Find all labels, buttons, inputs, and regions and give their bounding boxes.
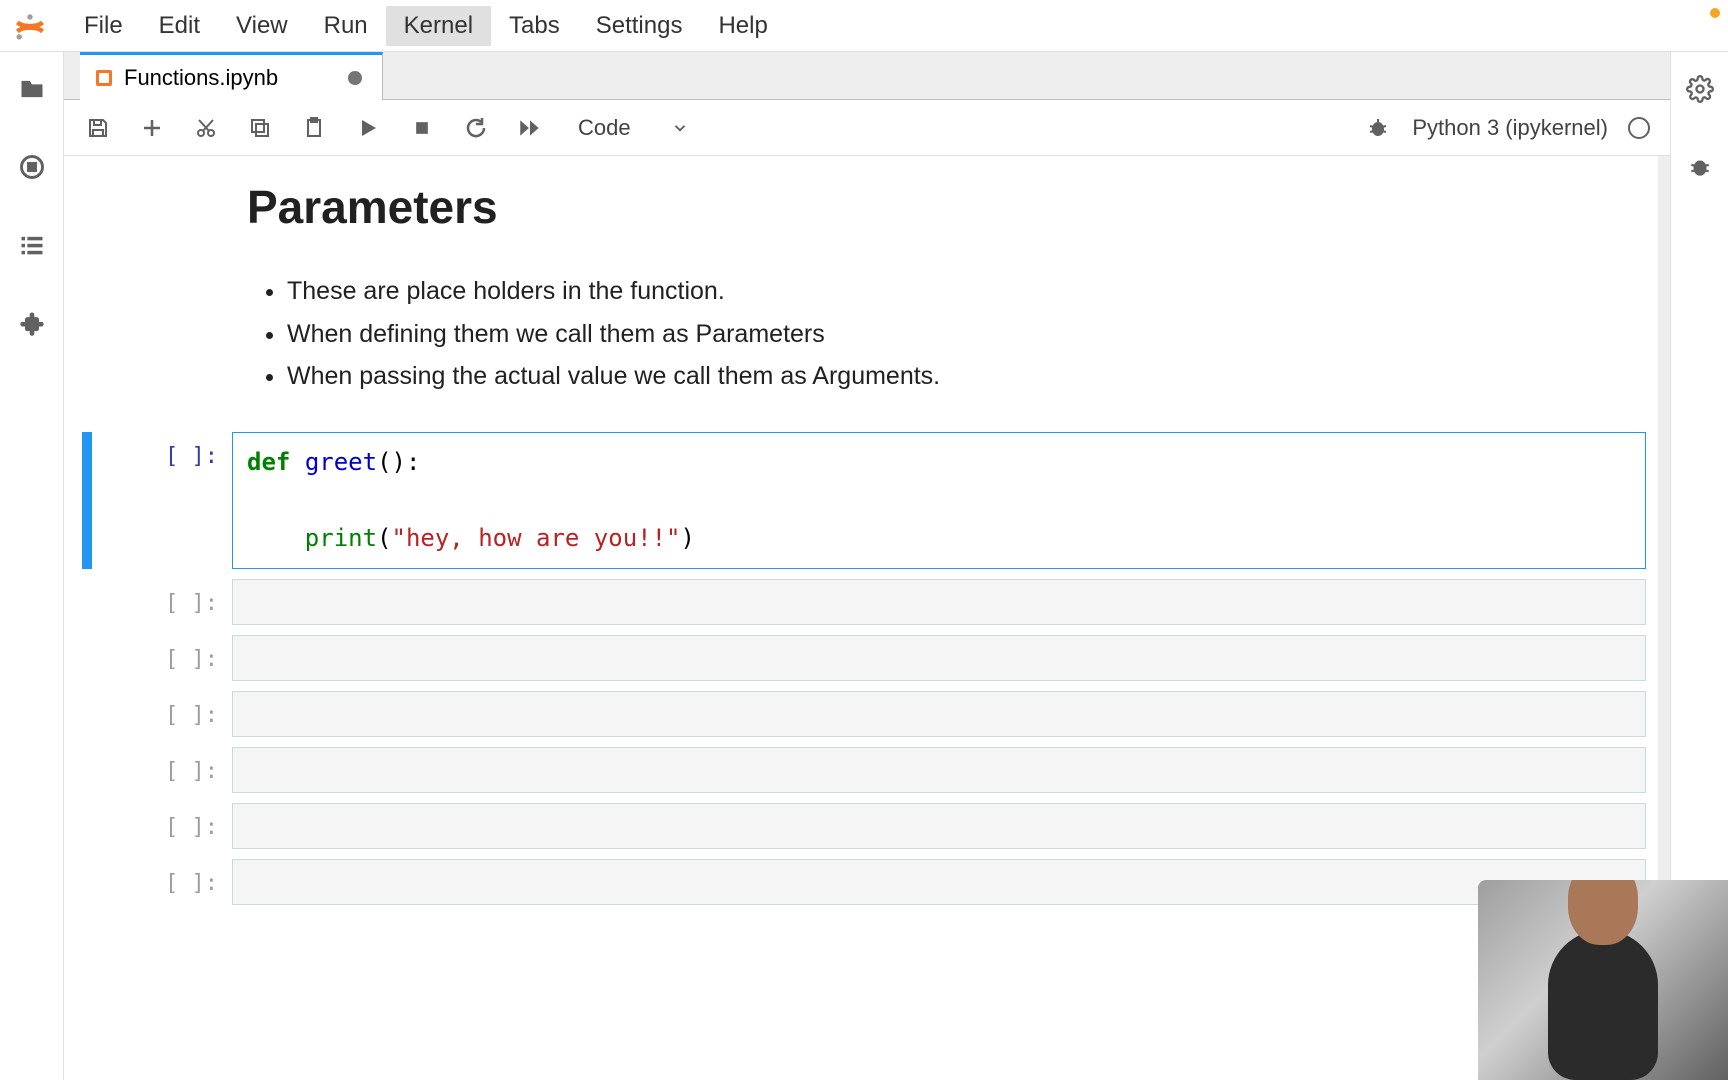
markdown-bullet: These are place holders in the function.: [287, 270, 1646, 313]
paste-button[interactable]: [300, 114, 328, 142]
tab-notebook[interactable]: Functions.ipynb: [80, 52, 383, 100]
main-layout: Functions.ipynb: [0, 52, 1728, 1080]
cell-prompt: [ ]:: [92, 747, 232, 793]
save-button[interactable]: [84, 114, 112, 142]
running-icon[interactable]: [17, 152, 47, 182]
debugger-icon[interactable]: [1685, 152, 1715, 182]
cell-prompt: [ ]:: [92, 579, 232, 625]
code-input[interactable]: [232, 691, 1646, 737]
chevron-down-icon: [671, 119, 689, 137]
markdown-cell[interactable]: Parameters These are place holders in th…: [82, 156, 1646, 422]
cell-prompt: [ ]:: [92, 432, 232, 569]
menu-edit[interactable]: Edit: [141, 6, 218, 46]
cell-prompt: [ ]:: [92, 859, 232, 905]
run-all-button[interactable]: [516, 114, 544, 142]
jupyter-logo: [12, 8, 48, 44]
unsaved-dot-icon: [348, 71, 362, 85]
menu-help[interactable]: Help: [700, 6, 785, 46]
kernel-status-icon: [1628, 117, 1650, 139]
menu-settings[interactable]: Settings: [578, 6, 701, 46]
markdown-bullet: When defining them we call them as Param…: [287, 313, 1646, 356]
cell-active-marker: [82, 432, 92, 569]
code-cell[interactable]: [ ]:: [82, 747, 1646, 793]
extensions-icon[interactable]: [17, 308, 47, 338]
code-input[interactable]: [232, 803, 1646, 849]
notebook-area[interactable]: Parameters These are place holders in th…: [64, 156, 1670, 1080]
menu-view[interactable]: View: [218, 6, 306, 46]
code-cell[interactable]: [ ]: def greet(): print("hey, how are yo…: [82, 432, 1646, 569]
cell-prompt: [ ]:: [92, 635, 232, 681]
restart-button[interactable]: [462, 114, 490, 142]
code-input[interactable]: [232, 859, 1646, 905]
markdown-heading: Parameters: [247, 180, 1646, 234]
code-cell[interactable]: [ ]:: [82, 635, 1646, 681]
code-cell[interactable]: [ ]:: [82, 859, 1646, 905]
code-input[interactable]: def greet(): print("hey, how are you!!"): [232, 432, 1646, 569]
cell-type-label: Code: [578, 115, 631, 141]
menu-kernel[interactable]: Kernel: [386, 6, 491, 46]
tab-label: Functions.ipynb: [124, 65, 278, 91]
add-cell-button[interactable]: [138, 114, 166, 142]
cell-prompt: [ ]:: [92, 803, 232, 849]
property-inspector-icon[interactable]: [1685, 74, 1715, 104]
webcam-overlay: [1478, 880, 1728, 1080]
code-cell[interactable]: [ ]: ↖: [82, 579, 1646, 625]
notebook-icon: [94, 68, 114, 88]
kernel-name[interactable]: Python 3 (ipykernel): [1412, 115, 1608, 141]
stop-button[interactable]: [408, 114, 436, 142]
toc-icon[interactable]: [17, 230, 47, 260]
cut-button[interactable]: [192, 114, 220, 142]
debug-icon[interactable]: [1364, 114, 1392, 142]
cell-type-select[interactable]: Code: [578, 115, 689, 141]
menu-file[interactable]: File: [66, 6, 141, 46]
code-input[interactable]: [232, 635, 1646, 681]
menu-tabs[interactable]: Tabs: [491, 6, 578, 46]
menu-bar: File Edit View Run Kernel Tabs Settings …: [0, 0, 1728, 52]
code-input[interactable]: [232, 747, 1646, 793]
cell-prompt: [ ]:: [92, 691, 232, 737]
code-input[interactable]: [232, 579, 1646, 625]
code-cell[interactable]: [ ]:: [82, 803, 1646, 849]
left-activity-bar: [0, 52, 64, 1080]
markdown-bullet: When passing the actual value we call th…: [287, 355, 1646, 398]
code-cell[interactable]: [ ]:: [82, 691, 1646, 737]
folder-icon[interactable]: [17, 74, 47, 104]
status-dot: [1710, 8, 1720, 18]
menu-run[interactable]: Run: [306, 6, 386, 46]
tab-bar: Functions.ipynb: [64, 52, 1670, 100]
notebook-toolbar: Code Python 3 (ipykernel): [64, 100, 1670, 156]
copy-button[interactable]: [246, 114, 274, 142]
run-button[interactable]: [354, 114, 382, 142]
center-panel: Functions.ipynb: [64, 52, 1670, 1080]
